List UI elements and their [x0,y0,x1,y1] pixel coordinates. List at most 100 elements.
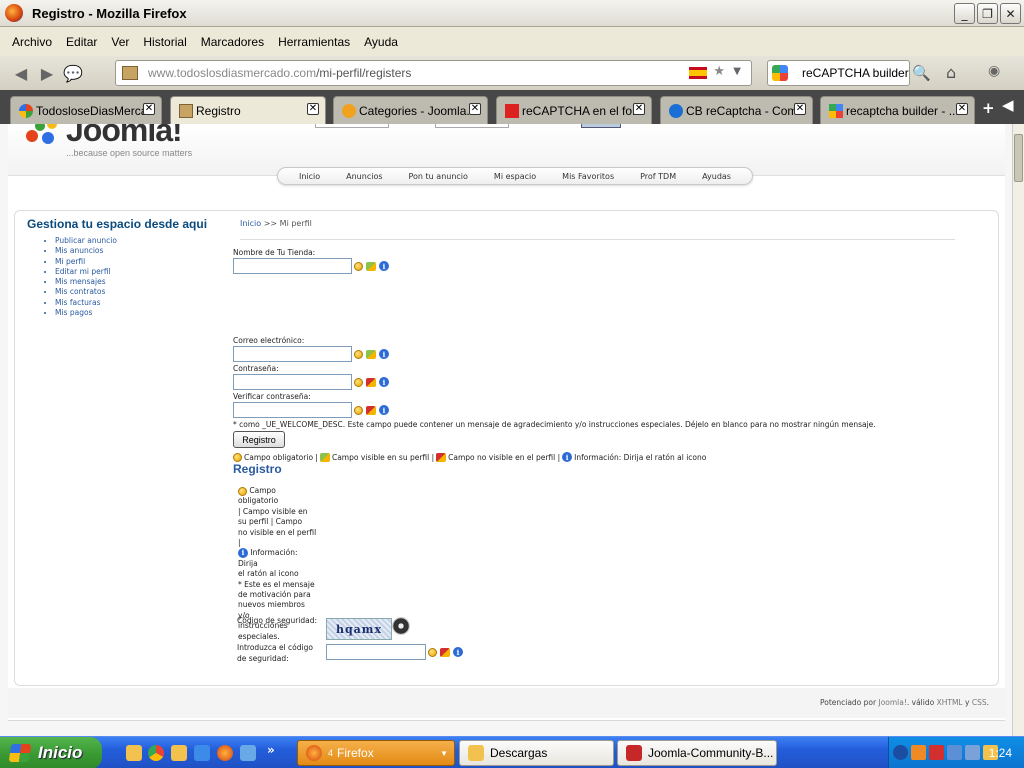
captcha-audio-icon[interactable] [392,617,410,635]
folder-icon[interactable] [126,745,142,761]
sidebar-item-mi-perfil[interactable]: Mi perfil [55,257,117,267]
new-tab-icon[interactable]: + [982,99,995,117]
visible-profile-icon [319,452,330,462]
sidebar-item-mis-mensajes[interactable]: Mis mensajes [55,277,117,287]
taskbar-joomla-pdf[interactable]: Joomla-Community-B... [617,740,777,766]
footer-css-link[interactable]: CSS [972,698,987,707]
info-icon[interactable]: i [379,405,389,415]
store-name-input[interactable] [233,258,352,274]
sidebar-item-publicar-anuncio[interactable]: Publicar anuncio [55,236,117,246]
email-field[interactable] [233,346,352,362]
tab-close-icon[interactable]: ✕ [633,103,645,115]
info-icon[interactable]: i [379,261,389,271]
sidebar-item-mis-contratos[interactable]: Mis contratos [55,287,117,297]
header-login-button[interactable] [581,124,621,128]
nav-mi-espacio[interactable]: Mi espacio [494,172,536,181]
tab-close-icon[interactable]: ✕ [469,103,481,115]
url-bar[interactable]: www.todoslosdiasmercado.com/mi-perfil/re… [115,60,752,86]
tab-list-icon[interactable]: ◀ [1002,96,1014,114]
firefox-icon [5,4,23,22]
sidebar-item-mis-anuncios[interactable]: Mis anuncios [55,246,117,256]
footer-xhtml-link[interactable]: XHTML [937,698,963,707]
sidebar-item-mis-pagos[interactable]: Mis pagos [55,308,117,318]
captcha-input[interactable] [326,644,426,660]
close-button[interactable]: ✕ [1000,3,1021,24]
feedback-icon[interactable]: 💬 [60,61,86,85]
taskbar-firefox[interactable]: 4 Firefox ▼ [297,740,455,766]
search-engine-icon[interactable] [772,65,788,81]
breadcrumb-home[interactable]: Inicio [240,219,261,228]
tab-close-icon[interactable]: ✕ [956,103,968,115]
site-favicon-icon [122,66,138,80]
vertical-scrollbar[interactable] [1012,124,1024,736]
tab-close-icon[interactable]: ✕ [143,103,155,115]
outlook-icon[interactable] [240,745,256,761]
info-icon[interactable]: i [379,377,389,387]
nav-prof-tdm[interactable]: Prof TDM [640,172,676,181]
system-tray: 1:24 [888,737,1024,768]
tray-monitor-icon[interactable] [965,745,980,760]
pdf-icon [626,745,642,761]
nav-anuncios[interactable]: Anuncios [346,172,382,181]
url-dropdown-icon[interactable]: ▼ [733,66,741,77]
tab-registro[interactable]: Registro ✕ [170,96,326,125]
back-arrow-icon[interactable]: ◀ [8,61,34,85]
nav-mis-favoritos[interactable]: Mis Favoritos [562,172,614,181]
search-query[interactable]: reCAPTCHA builder [802,66,909,80]
search-icon[interactable]: 🔍 [912,64,931,82]
sidebar-item-mis-facturas[interactable]: Mis facturas [55,298,117,308]
ie-icon[interactable] [194,745,210,761]
tab-todoslosdias[interactable]: TodosloseDiasMercad... ✕ [10,96,162,124]
nav-inicio[interactable]: Inicio [299,172,320,181]
xampp-icon[interactable] [911,745,926,760]
header-login-field[interactable] [315,124,389,128]
minimize-button[interactable]: _ [954,3,975,24]
menu-historial[interactable]: Historial [143,35,186,49]
nav-pon-tu-anuncio[interactable]: Pon tu anuncio [409,172,468,181]
folder-icon[interactable] [171,745,187,761]
tab-recaptcha-builder[interactable]: recaptcha builder - ... ✕ [820,96,975,124]
footer-joomla-link[interactable]: Joomla! [878,698,906,707]
verify-password-field[interactable] [233,402,352,418]
hidden-profile-icon [436,452,447,462]
registro-submit-button[interactable]: Registro [233,431,285,448]
menu-editar[interactable]: Editar [66,35,97,49]
captcha-input-label-2: de seguridad: [237,654,289,663]
menu-archivo[interactable]: Archivo [12,35,52,49]
home-icon[interactable]: ⌂ [946,63,956,82]
header-password-field[interactable] [435,124,509,128]
addon-icon[interactable]: ◉ [988,63,1000,79]
menu-herramientas[interactable]: Herramientas [278,35,350,49]
bookmark-star-icon[interactable]: ★ [713,64,725,79]
menu-ayuda[interactable]: Ayuda [364,35,398,49]
sidebar-item-editar-perfil[interactable]: Editar mi perfil [55,267,117,277]
menu-marcadores[interactable]: Marcadores [201,35,264,49]
nav-ayudas[interactable]: Ayudas [702,172,731,181]
url-text[interactable]: www.todoslosdiasmercado.com/mi-perfil/re… [148,66,411,80]
legend-line: i Información: Dirija [238,548,298,568]
hidden-profile-icon [366,377,376,387]
tray-back-icon[interactable] [893,745,908,760]
clock: 1:24 [988,746,1012,760]
tab-close-icon[interactable]: ✕ [794,103,806,115]
tab-close-icon[interactable]: ✕ [307,103,319,115]
quicklaunch-more-icon[interactable]: » [267,743,275,757]
info-icon[interactable]: i [379,349,389,359]
tray-app-icon[interactable] [929,745,944,760]
restore-button[interactable]: ❐ [977,3,998,24]
tab-cb-recaptcha[interactable]: CB reCaptcha - Com... ✕ [660,96,813,124]
firefox-quicklaunch-icon[interactable] [217,745,233,761]
network-icon[interactable] [947,745,962,760]
tab-recaptcha-foro[interactable]: reCAPTCHA en el fo... ✕ [496,96,652,124]
tab-categories[interactable]: Categories - Joomla... ✕ [333,96,488,124]
tab-bar: TodosloseDiasMercad... ✕ Registro ✕ Cate… [0,90,1024,125]
scrollbar-thumb[interactable] [1014,134,1023,182]
forward-arrow-icon[interactable]: ▶ [34,61,60,85]
chrome-icon[interactable] [148,745,164,761]
menu-ver[interactable]: Ver [111,35,129,49]
start-button[interactable]: Inicio [0,737,102,768]
taskbar-descargas[interactable]: Descargas [459,740,614,766]
search-bar[interactable]: reCAPTCHA builder [767,60,910,86]
info-icon[interactable]: i [453,647,463,657]
password-field[interactable] [233,374,352,390]
